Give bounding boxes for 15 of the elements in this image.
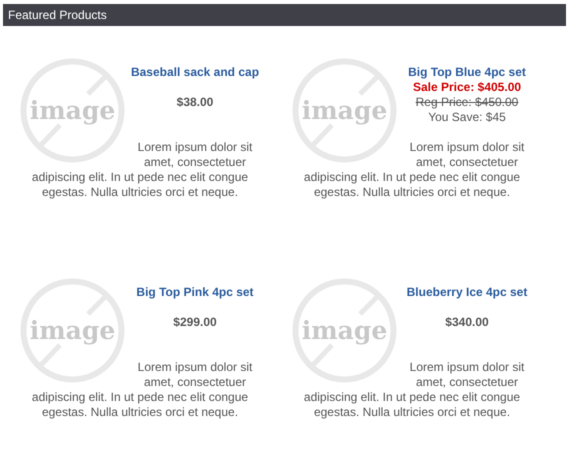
header-title: Featured Products — [7, 8, 107, 22]
product-description: Lorem ipsum dolor sit amet, consectetuer adipiscing elit. In ut pede nec elit congue egestas. Nulla ultricies orci et neque. — [30, 140, 254, 200]
regular-price: Reg Price: $450.00 — [416, 95, 518, 110]
product-price: $340.00 — [445, 315, 489, 330]
product-name[interactable]: Big Top Pink 4pc set — [136, 285, 254, 300]
product-description: Lorem ipsum dolor sit amet, consectetuer adipiscing elit. In ut pede nec elit congue egestas. Nulla ultricies orci et neque. — [302, 360, 526, 420]
product-name[interactable]: Blueberry Ice 4pc set — [406, 285, 528, 300]
product-name[interactable]: Baseball sack and cap — [130, 65, 260, 80]
product-description: Lorem ipsum dolor sit amet, consectetuer adipiscing elit. In ut pede nec elit congue egestas. Nulla ultricies orci et neque. — [302, 140, 526, 200]
savings: You Save: $45 — [428, 110, 506, 125]
product-description: Lorem ipsum dolor sit amet, consectetuer adipiscing elit. In ut pede nec elit congue egestas. Nulla ultricies orci et neque. — [30, 360, 254, 420]
product-price: $299.00 — [173, 315, 217, 330]
sale-price: Sale Price: $405.00 — [412, 80, 522, 95]
product-price: $38.00 — [176, 95, 214, 110]
product-name[interactable]: Big Top Blue 4pc set — [408, 65, 526, 80]
